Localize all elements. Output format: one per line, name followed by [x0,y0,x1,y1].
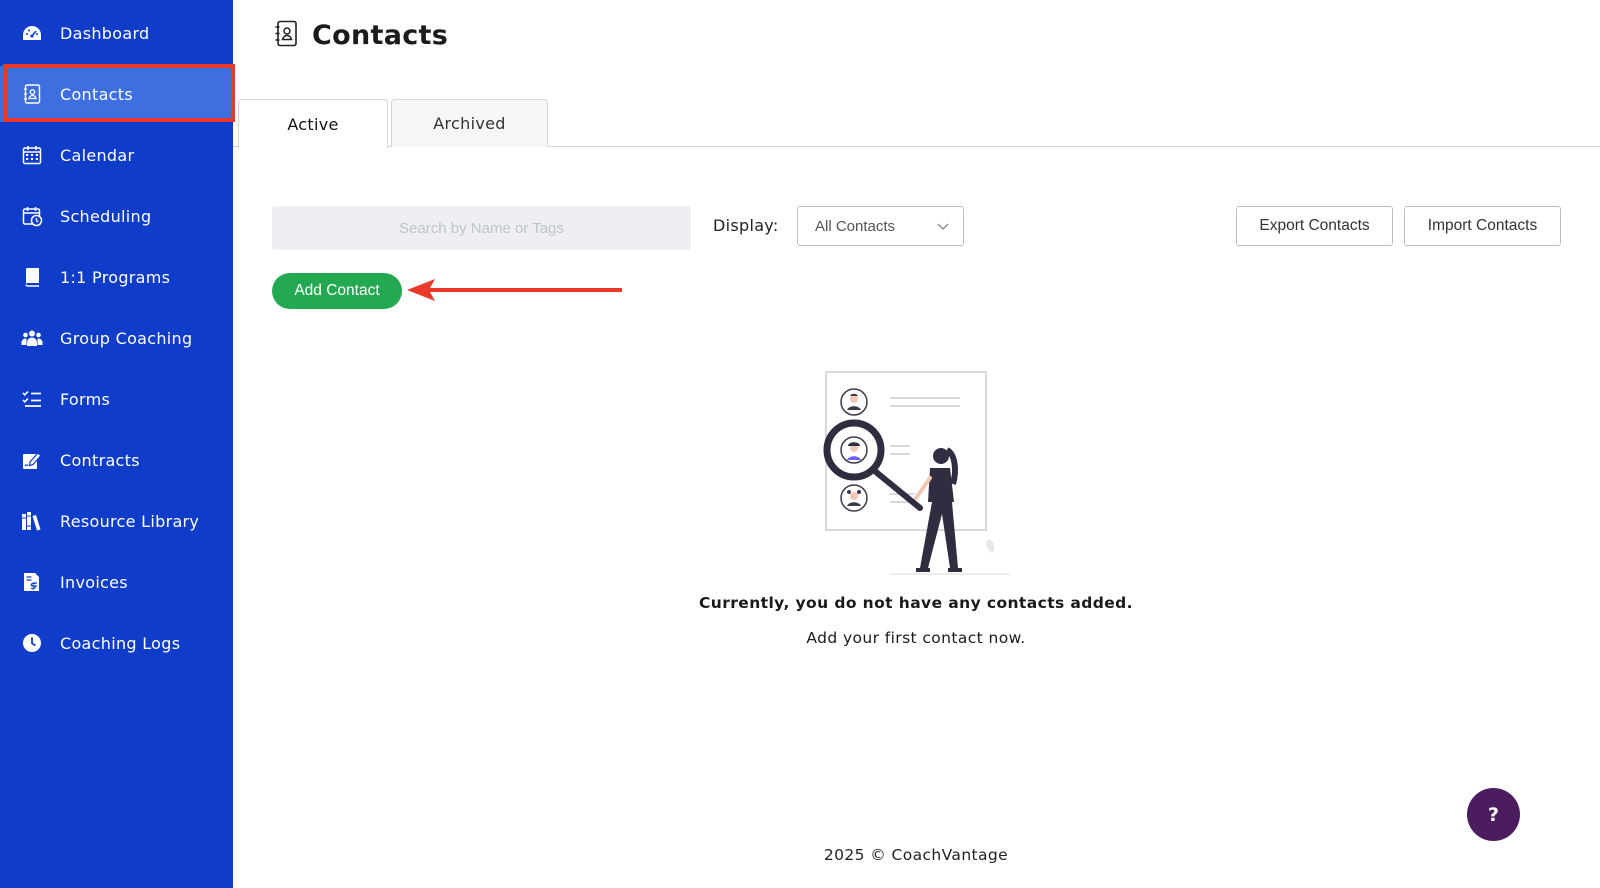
sidebar-item-invoices[interactable]: $ Invoices [0,554,233,610]
empty-state-title: Currently, you do not have any contacts … [699,594,1133,612]
sidebar-item-label: 1:1 Programs [60,267,171,287]
sidebar-item-contracts[interactable]: Contracts [0,432,233,488]
sidebar-item-label: Invoices [60,572,128,592]
signature-icon [21,449,43,471]
chevron-down-icon [936,219,950,233]
import-contacts-button[interactable]: Import Contacts [1404,206,1561,246]
group-icon [21,327,43,349]
sidebar-item-label: Contacts [60,84,133,104]
sidebar-item-contacts[interactable]: Contacts [0,66,233,122]
sidebar-item-label: Dashboard [60,23,150,43]
empty-state-subtitle: Add your first contact now. [806,629,1026,647]
sidebar-item-label: Calendar [60,145,135,165]
sidebar-item-resource-library[interactable]: Resource Library [0,493,233,549]
tab-archived[interactable]: Archived [391,99,548,147]
display-select[interactable]: All Contacts [797,206,964,246]
sidebar-item-1-1-programs[interactable]: 1:1 Programs [0,249,233,305]
contact-book-icon [21,83,43,105]
invoice-icon: $ [21,571,43,593]
gauge-icon [21,22,43,44]
sidebar-item-label: Coaching Logs [60,633,181,653]
sidebar-item-label: Group Coaching [60,328,193,348]
sidebar-item-forms[interactable]: Forms [0,371,233,427]
search-input[interactable] [272,206,691,250]
sidebar-item-dashboard[interactable]: Dashboard [0,5,233,61]
sidebar-item-calendar[interactable]: Calendar [0,127,233,183]
sidebar-item-label: Scheduling [60,206,152,226]
clock-icon [21,632,43,654]
display-select-value: All Contacts [815,217,896,235]
arrow-left-icon [405,276,625,306]
sidebar-item-scheduling[interactable]: Scheduling [0,188,233,244]
footer-copyright: 2025 © CoachVantage [823,846,1009,864]
sidebar-item-coaching-logs[interactable]: Coaching Logs [0,615,233,671]
sidebar-item-group-coaching[interactable]: Group Coaching [0,310,233,366]
sidebar: Dashboard Contacts Calendar Scheduling 1… [0,0,233,888]
sidebar-item-label: Resource Library [60,511,200,531]
sidebar-item-label: Forms [60,389,111,409]
empty-contacts-illustration [820,368,1020,580]
sidebar-item-label: Contracts [60,450,140,470]
export-contacts-button[interactable]: Export Contacts [1236,206,1393,246]
tab-active[interactable]: Active [238,99,388,148]
book-icon [21,266,43,288]
help-button[interactable]: ? [1467,788,1520,841]
contact-book-icon [274,20,298,48]
page-title: Contacts [312,20,449,51]
checklist-icon [21,388,43,410]
library-icon [21,510,43,532]
add-contact-button[interactable]: Add Contact [272,273,402,309]
calendar-clock-icon [21,205,43,227]
calendar-icon [21,144,43,166]
display-label: Display: [713,216,779,235]
